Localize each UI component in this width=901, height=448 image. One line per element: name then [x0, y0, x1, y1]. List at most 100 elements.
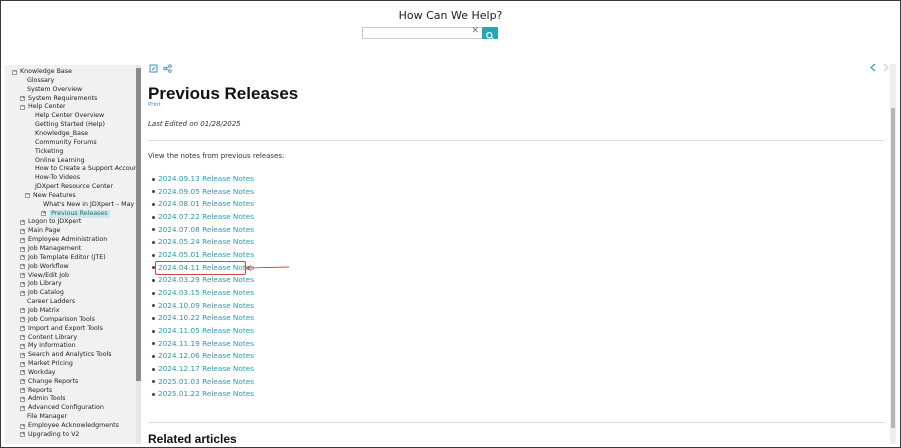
sidebar-item[interactable]: Community Forums: [35, 139, 97, 147]
release-link[interactable]: 2024.07.22 Release Notes: [152, 212, 254, 225]
tree-toggle-icon[interactable]: +: [20, 264, 25, 270]
print-link[interactable]: Print: [148, 102, 161, 108]
sidebar-item[interactable]: Admin Tools: [28, 395, 66, 403]
sidebar-item[interactable]: Job Workflow: [28, 263, 69, 271]
release-link[interactable]: 2024.03.29 Release Notes: [152, 275, 254, 288]
sidebar-scroll-thumb[interactable]: [136, 68, 141, 381]
tree-toggle-icon[interactable]: +: [20, 219, 25, 225]
sidebar-item[interactable]: Job Template Editor (JTE): [28, 254, 106, 262]
tree-toggle-icon[interactable]: +: [20, 273, 25, 279]
last-edited: Last Edited on 01/28/2025: [148, 120, 241, 128]
sidebar-item[interactable]: How-To Videos: [35, 174, 80, 182]
tree-toggle-icon[interactable]: −: [20, 104, 25, 110]
tree-toggle-icon[interactable]: +: [20, 379, 25, 385]
sidebar-item[interactable]: Advanced Configuration: [28, 404, 104, 412]
highlight-box: [155, 261, 246, 275]
release-link[interactable]: 2024.11.05 Release Notes: [152, 326, 254, 339]
tree-toggle-icon[interactable]: +: [20, 388, 25, 394]
release-link[interactable]: 2024.09.05 Release Notes: [152, 187, 254, 200]
tree-toggle-icon[interactable]: +: [20, 255, 25, 261]
tree-toggle-icon[interactable]: +: [20, 335, 25, 340]
content-scrollbar[interactable]: [890, 64, 896, 444]
chevron-left-icon[interactable]: [869, 63, 878, 72]
sidebar-item[interactable]: New Features: [33, 192, 76, 200]
tree-toggle-icon[interactable]: +: [20, 343, 25, 349]
release-link[interactable]: 2024.12.06 Release Notes: [152, 351, 254, 364]
sidebar-item[interactable]: Content Library: [28, 334, 77, 342]
tree-toggle-icon[interactable]: −: [12, 69, 17, 75]
sidebar-item[interactable]: View/Edit Job: [28, 272, 69, 280]
release-link[interactable]: 2024.11.19 Release Notes: [152, 339, 254, 352]
sidebar-item[interactable]: JDXpert Resource Center: [35, 183, 113, 191]
content-scroll-thumb[interactable]: [891, 108, 895, 428]
sidebar-item[interactable]: Search and Analytics Tools: [28, 351, 112, 359]
sidebar-item[interactable]: Job Matrix: [28, 307, 60, 315]
sidebar-item[interactable]: Logon to JDXpert: [28, 218, 81, 226]
tree-toggle-icon[interactable]: +: [20, 237, 25, 243]
search-input[interactable]: ✕: [362, 26, 483, 39]
tree-toggle-icon[interactable]: +: [20, 423, 25, 429]
sidebar-item[interactable]: Knowledge_Base: [35, 130, 88, 138]
tree-toggle-icon[interactable]: −: [25, 193, 30, 199]
sidebar-item[interactable]: Help Center Overview: [35, 112, 104, 120]
sidebar-item[interactable]: File Manager: [27, 413, 67, 421]
sidebar-item[interactable]: Workday: [28, 369, 56, 377]
sidebar-item[interactable]: Employee Administration: [28, 236, 107, 244]
sidebar-item[interactable]: What's New in JDXpert – May 20: [43, 201, 139, 209]
sidebar-item[interactable]: Ticketing: [35, 148, 63, 156]
tree-toggle-icon[interactable]: +: [20, 308, 25, 314]
sidebar-item[interactable]: Job Catalog: [28, 289, 64, 297]
release-link[interactable]: 2025.01.03 Release Notes: [152, 377, 254, 390]
sidebar-item[interactable]: How to Create a Support Account a: [35, 165, 139, 173]
release-link[interactable]: 2024.10.22 Release Notes: [152, 313, 254, 326]
tree-toggle-icon[interactable]: +: [20, 361, 25, 367]
search-button[interactable]: [482, 27, 498, 40]
tree-toggle-icon[interactable]: +: [20, 432, 25, 438]
tree-toggle-icon[interactable]: +: [20, 246, 25, 252]
sidebar-item[interactable]: Job Library: [28, 280, 62, 288]
tree-toggle-icon[interactable]: +: [20, 370, 25, 376]
sidebar-item[interactable]: Previous Releases: [49, 209, 110, 218]
sidebar-item[interactable]: Help Center: [28, 103, 66, 111]
sidebar-item[interactable]: Job Management: [28, 245, 81, 253]
release-link[interactable]: 2024.07.08 Release Notes: [152, 225, 254, 238]
clear-icon[interactable]: ✕: [471, 26, 479, 36]
release-link[interactable]: 2024.09.13 Release Notes: [152, 174, 254, 187]
sidebar-item[interactable]: Career Ladders: [27, 298, 75, 306]
release-link[interactable]: 2024.05.24 Release Notes: [152, 237, 254, 250]
tree-toggle-icon[interactable]: +: [20, 396, 25, 402]
sidebar-item[interactable]: System Requirements: [28, 95, 97, 103]
release-link[interactable]: 2024.03.15 Release Notes: [152, 288, 254, 301]
tree-toggle-icon[interactable]: +: [41, 211, 46, 217]
sidebar-item[interactable]: Change Reports: [28, 378, 78, 386]
sidebar-item[interactable]: Main Page: [28, 227, 60, 235]
sidebar-item[interactable]: Reports: [28, 387, 52, 395]
sidebar-item[interactable]: Glossary: [27, 77, 54, 85]
sidebar-item[interactable]: Online Learning: [35, 157, 85, 165]
tree-toggle-icon[interactable]: +: [20, 96, 25, 102]
export-icon[interactable]: [149, 64, 158, 73]
tree-toggle-icon[interactable]: +: [20, 326, 25, 332]
sidebar-item[interactable]: Knowledge Base: [20, 68, 72, 76]
tree-toggle-icon[interactable]: +: [20, 405, 25, 411]
release-link[interactable]: 2024.08.01 Release Notes: [152, 199, 254, 212]
sidebar-item[interactable]: Employee Acknowledgments: [28, 422, 119, 430]
tree-toggle-icon[interactable]: +: [20, 352, 25, 358]
chevron-right-icon[interactable]: [881, 63, 890, 72]
sidebar-item[interactable]: Getting Started (Help): [35, 121, 105, 129]
sidebar-item[interactable]: Import and Export Tools: [28, 325, 103, 333]
sidebar-scrollbar[interactable]: [136, 65, 141, 444]
share-icon[interactable]: [163, 64, 172, 73]
tree-toggle-icon[interactable]: +: [20, 317, 25, 323]
sidebar-item[interactable]: Job Comparison Tools: [28, 316, 95, 324]
sidebar-item[interactable]: Upgrading to V2: [28, 431, 79, 439]
tree-toggle-icon[interactable]: +: [20, 290, 25, 296]
release-link[interactable]: 2024.12.17 Release Notes: [152, 364, 254, 377]
sidebar-item[interactable]: System Overview: [27, 86, 82, 94]
tree-toggle-icon[interactable]: +: [20, 228, 25, 234]
tree-toggle-icon[interactable]: +: [20, 281, 25, 287]
sidebar-item[interactable]: Market Pricing: [28, 360, 73, 368]
release-link[interactable]: 2024.10.09 Release Notes: [152, 301, 254, 314]
sidebar-item[interactable]: My Information: [28, 342, 76, 350]
release-link[interactable]: 2025.01.22 Release Notes: [152, 389, 254, 402]
